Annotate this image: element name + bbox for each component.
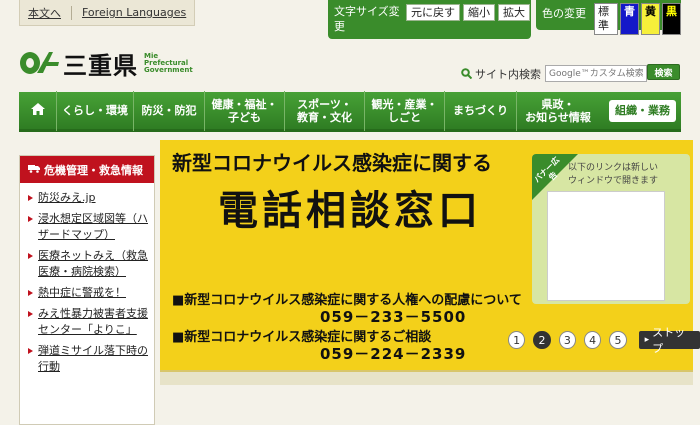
color-standard-button[interactable]: 標準	[594, 3, 618, 35]
font-size-panel: 文字サイズ変更 元に戻す 縮小 拡大	[328, 0, 531, 39]
list-item[interactable]: みえ性暴力被害者支援センター「よりこ」	[26, 306, 150, 338]
nav-item-health[interactable]: 健康・福祉・ 子ども	[205, 90, 285, 131]
slideshow-stop-button[interactable]: ▸ ストップ	[638, 326, 700, 355]
list-item[interactable]: 浸水想定区域図等（ハザードマップ）	[26, 211, 150, 243]
search-icon	[461, 64, 473, 83]
foreign-languages-link[interactable]: Foreign Languages	[82, 6, 186, 19]
utility-links: 本文へ Foreign Languages	[19, 0, 196, 26]
slide-pager: 1 2 3 4 5 ▸ ストップ	[508, 326, 700, 355]
font-larger-button[interactable]: 拡大	[498, 4, 530, 21]
nav-item-disaster[interactable]: 防災・防犯	[134, 90, 205, 131]
pager-dot-1[interactable]: 1	[508, 331, 526, 349]
list-item[interactable]: 弾道ミサイル落下時の行動	[26, 343, 150, 375]
banner-phone-1: 059－233－5500	[320, 308, 467, 326]
emergency-panel: 危機管理・救急情報 防災みえ.jp 浸水想定区域図等（ハザードマップ） 医療ネッ…	[19, 155, 155, 425]
banner-title: 新型コロナウイルス感染症に関する	[172, 151, 492, 175]
logo-kanji: 三重県	[63, 50, 138, 80]
global-nav: くらし・環境 防災・防犯 健康・福祉・ 子ども スポーツ・ 教育・文化 観光・産…	[19, 90, 681, 132]
banner-ad-box: バナー広告 以下のリンクは新しい ウィンドウで開きます	[532, 154, 690, 304]
truck-icon	[28, 163, 40, 176]
site-logo[interactable]: 三重県 Mie Prefectural Government	[19, 49, 193, 80]
search-button[interactable]: 検索	[647, 64, 680, 80]
nav-item-living[interactable]: くらし・環境	[57, 90, 134, 131]
nav-item-sports[interactable]: スポーツ・ 教育・文化	[285, 90, 365, 131]
skip-to-body-link[interactable]: 本文へ	[28, 5, 61, 21]
divider	[71, 5, 72, 20]
nav-item-organization[interactable]: 組織・業務	[609, 99, 676, 122]
search-label: サイト内検索	[475, 67, 541, 81]
banner-headline: 電話相談窓口	[218, 188, 482, 234]
nav-item-town[interactable]: まちづくり	[445, 90, 517, 131]
emergency-header: 危機管理・救急情報	[20, 156, 154, 183]
font-smaller-button[interactable]: 縮小	[463, 4, 495, 21]
banner-divider	[160, 370, 693, 385]
pager-dot-2[interactable]: 2	[533, 331, 551, 349]
ad-note: 以下のリンクは新しい ウィンドウで開きます	[568, 163, 659, 186]
pager-dot-4[interactable]: 4	[583, 331, 602, 349]
banner-phone-2: 059－224－2339	[320, 345, 467, 363]
color-yellow-button[interactable]: 黄	[641, 3, 660, 35]
ad-slot[interactable]	[547, 191, 665, 301]
list-item[interactable]: 防災みえ.jp	[26, 190, 150, 206]
color-black-button[interactable]: 黒	[662, 3, 681, 35]
mie-logo-icon	[19, 49, 59, 77]
color-change-label: 色の変更	[542, 7, 586, 20]
nav-home[interactable]	[19, 90, 57, 131]
color-blue-button[interactable]: 青	[620, 3, 639, 35]
list-item[interactable]: 医療ネットみえ（救急医療・病院検索）	[26, 248, 150, 280]
font-size-label: 文字サイズ変更	[334, 5, 400, 33]
site-search: サイト内検索 検索	[461, 64, 680, 83]
list-item[interactable]: 熱中症に警戒を！	[26, 285, 150, 301]
font-reset-button[interactable]: 元に戻す	[406, 4, 460, 21]
chevron-right-icon: ▸	[644, 335, 650, 345]
emergency-title: 危機管理・救急情報	[44, 163, 143, 177]
search-input[interactable]	[545, 65, 647, 82]
nav-item-tourism[interactable]: 観光・産業・ しごと	[365, 90, 445, 131]
pager-dot-3[interactable]: 3	[558, 331, 576, 349]
nav-item-prefecture[interactable]: 県政・ お知らせ情報	[517, 91, 599, 131]
home-icon	[30, 103, 45, 118]
logo-english: Mie Prefectural Government	[144, 51, 193, 74]
pager-dot-5[interactable]: 5	[609, 331, 627, 349]
color-change-panel: 色の変更 標準 青 黄 黒	[536, 0, 681, 35]
